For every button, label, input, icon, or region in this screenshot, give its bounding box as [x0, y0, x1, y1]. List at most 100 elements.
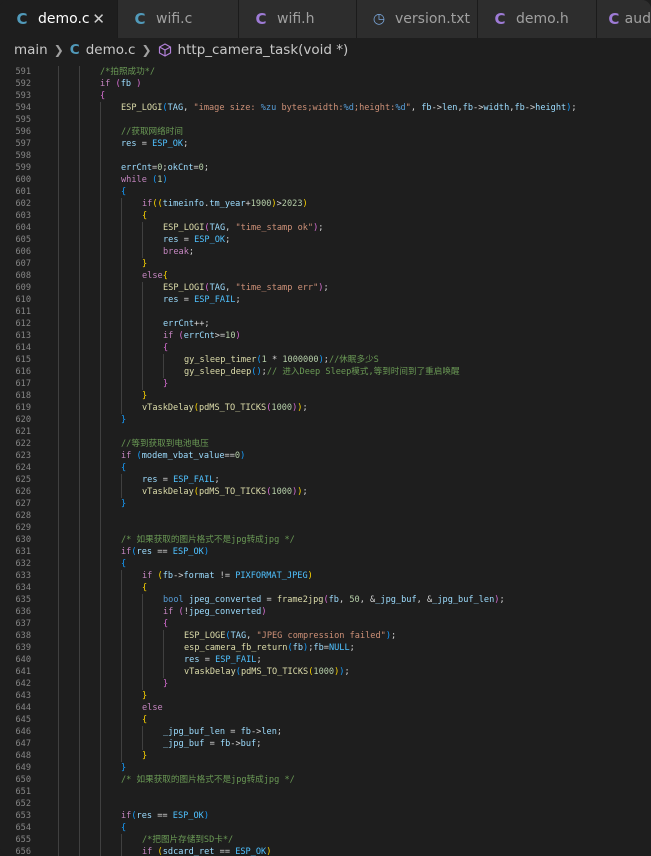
code-line[interactable]: 606 break; — [0, 246, 651, 258]
code-line[interactable]: 612 errCnt++; — [0, 318, 651, 330]
code-line[interactable]: 599 errCnt=0;okCnt=0; — [0, 162, 651, 174]
code-line[interactable]: 627} — [0, 498, 651, 510]
tab-aud[interactable]: C aud — [597, 0, 651, 38]
code-line[interactable]: 594 ESP_LOGI(TAG, "image size: %zu bytes;… — [0, 102, 651, 114]
code-line[interactable]: 641 vTaskDelay(pdMS_TO_TICKS(1000)); — [0, 666, 651, 678]
code-line[interactable]: 595 — [0, 114, 651, 126]
code-line[interactable]: 616 gy_sleep_deep();// 进入Deep Sleep模式,等到时… — [0, 366, 651, 378]
line-number: 601 — [15, 187, 31, 197]
tab-wifi-c[interactable]: C wifi.c — [118, 0, 239, 38]
code-line[interactable]: 602 if((timeinfo.tm_year+1900)>2023) — [0, 198, 651, 210]
code-line[interactable]: 618} — [0, 390, 651, 402]
code-line[interactable]: 615 gy_sleep_timer(1 * 1000000);//休眠多少S — [0, 354, 651, 366]
tab-demo-h[interactable]: C demo.h — [478, 0, 597, 38]
indent-guide — [58, 654, 59, 666]
code-line[interactable]: 625 res = ESP_FAIL; — [0, 474, 651, 486]
code-line[interactable]: 608 else{ — [0, 270, 651, 282]
code-line[interactable]: 597 res = ESP_OK; — [0, 138, 651, 150]
indent-guide — [142, 234, 143, 246]
indent-guide — [100, 366, 101, 378]
code-token: ; — [499, 595, 505, 605]
code-line[interactable]: 649} — [0, 762, 651, 774]
indent-guide — [79, 246, 80, 258]
code-line[interactable]: 629 — [0, 522, 651, 534]
tab-wifi-h[interactable]: C wifi.h — [239, 0, 357, 38]
code-editor[interactable]: 591 /*拍照成功*/ 592 if (fb ) 593 {594 ESP_LOGI(TA… — [0, 62, 651, 856]
code-line[interactable]: 620} — [0, 414, 651, 426]
code-line[interactable]: 626 vTaskDelay(pdMS_TO_TICKS(1000)); — [0, 486, 651, 498]
breadcrumb-folder[interactable]: main — [14, 42, 48, 58]
code-text: { — [121, 186, 126, 198]
code-line[interactable]: 614 { — [0, 342, 651, 354]
code-line[interactable]: 656 if (sdcard_ret == ESP_OK) — [0, 846, 651, 856]
code-line[interactable]: 624 { — [0, 462, 651, 474]
code-token: { — [100, 91, 106, 101]
line-number: 653 — [15, 811, 31, 821]
code-line[interactable]: 655 /*把图片存储到SD卡*/ — [0, 834, 651, 846]
code-line[interactable]: 654 { — [0, 822, 651, 834]
code-line[interactable]: 642} — [0, 678, 651, 690]
code-line[interactable]: 640 res = ESP_FAIL; — [0, 654, 651, 666]
breadcrumb-file[interactable]: demo.c — [86, 42, 136, 58]
code-line[interactable]: 643} — [0, 690, 651, 702]
tab-label: wifi.h — [277, 11, 315, 27]
code-line[interactable]: 646 _jpg_buf_len = fb->len; — [0, 726, 651, 738]
code-line[interactable]: 638 ESP_LOGE(TAG, "JPEG compression faile… — [0, 630, 651, 642]
code-line[interactable]: 645 { — [0, 714, 651, 726]
code-line[interactable]: 607} — [0, 258, 651, 270]
code-line[interactable]: 636 if (!jpeg_converted) — [0, 606, 651, 618]
code-line[interactable]: 603 { — [0, 210, 651, 222]
tab-version-txt[interactable]: ◷ version.txt — [357, 0, 478, 38]
code-line[interactable]: 604 ESP_LOGI(TAG, "time_stamp ok"); — [0, 222, 651, 234]
code-line[interactable]: 632 { — [0, 558, 651, 570]
code-line[interactable]: 653 if(res == ESP_OK) — [0, 810, 651, 822]
code-token: ; — [203, 163, 210, 173]
code-line[interactable]: 639 esp_camera_fb_return(fb);fb=NULL; — [0, 642, 651, 654]
code-token: while — [121, 175, 147, 185]
tab-demo-c[interactable]: C demo.c ✕ — [0, 0, 118, 38]
indent-guide — [58, 330, 59, 342]
code-line[interactable]: 591 /*拍照成功*/ — [0, 66, 651, 78]
code-line[interactable]: 631 if(res == ESP_OK) — [0, 546, 651, 558]
code-text: { — [142, 714, 147, 726]
code-line[interactable]: 596 //获取网络时间 — [0, 126, 651, 138]
code-line[interactable]: 617} — [0, 378, 651, 390]
code-line[interactable]: 610 res = ESP_FAIL; — [0, 294, 651, 306]
code-line[interactable]: 633 if (fb->format != PIXFORMAT_JPEG) — [0, 570, 651, 582]
code-line[interactable]: 628 — [0, 510, 651, 522]
code-line[interactable]: 630 /* 如果获取的图片格式不是jpg转成jpg */ — [0, 534, 651, 546]
code-line[interactable]: 605 res = ESP_OK; — [0, 234, 651, 246]
code-line[interactable]: 623 if (modem_vbat_value==0) — [0, 450, 651, 462]
indent-guide — [100, 606, 101, 618]
code-line[interactable]: 611 — [0, 306, 651, 318]
code-token: res — [163, 295, 179, 305]
code-line[interactable]: 647 _jpg_buf = fb->buf; — [0, 738, 651, 750]
code-line[interactable]: 651 — [0, 786, 651, 798]
code-line[interactable]: 648} — [0, 750, 651, 762]
code-token: ESP_OK — [172, 811, 204, 821]
code-token: fb — [240, 727, 251, 737]
indent-guide — [100, 450, 101, 462]
code-line[interactable]: 600 while (1) — [0, 174, 651, 186]
close-icon[interactable]: ✕ — [92, 10, 105, 28]
code-line[interactable]: 592 if (fb ) — [0, 78, 651, 90]
code-line[interactable]: 635 bool jpeg_converted = frame2jpg(fb, 5… — [0, 594, 651, 606]
indent-guide — [58, 582, 59, 594]
code-line[interactable]: 652 — [0, 798, 651, 810]
code-line[interactable]: 621 — [0, 426, 651, 438]
code-line[interactable]: 644 else — [0, 702, 651, 714]
code-line[interactable]: 601 { — [0, 186, 651, 198]
code-line[interactable]: 622 //等到获取到电池电压 — [0, 438, 651, 450]
code-line[interactable]: 619 vTaskDelay(pdMS_TO_TICKS(1000)); — [0, 402, 651, 414]
code-line[interactable]: 650 /* 如果获取的图片格式不是jpg转成jpg */ — [0, 774, 651, 786]
code-line[interactable]: 593 { — [0, 90, 651, 102]
indent-guide — [100, 270, 101, 282]
indent-guide — [58, 498, 59, 510]
indent-guide — [142, 342, 143, 354]
code-line[interactable]: 637 { — [0, 618, 651, 630]
code-line[interactable]: 598 — [0, 150, 651, 162]
code-line[interactable]: 609 ESP_LOGI(TAG, "time_stamp err"); — [0, 282, 651, 294]
breadcrumb-symbol[interactable]: http_camera_task(void *) — [178, 42, 349, 58]
code-line[interactable]: 613 if (errCnt>=10) — [0, 330, 651, 342]
code-line[interactable]: 634 { — [0, 582, 651, 594]
